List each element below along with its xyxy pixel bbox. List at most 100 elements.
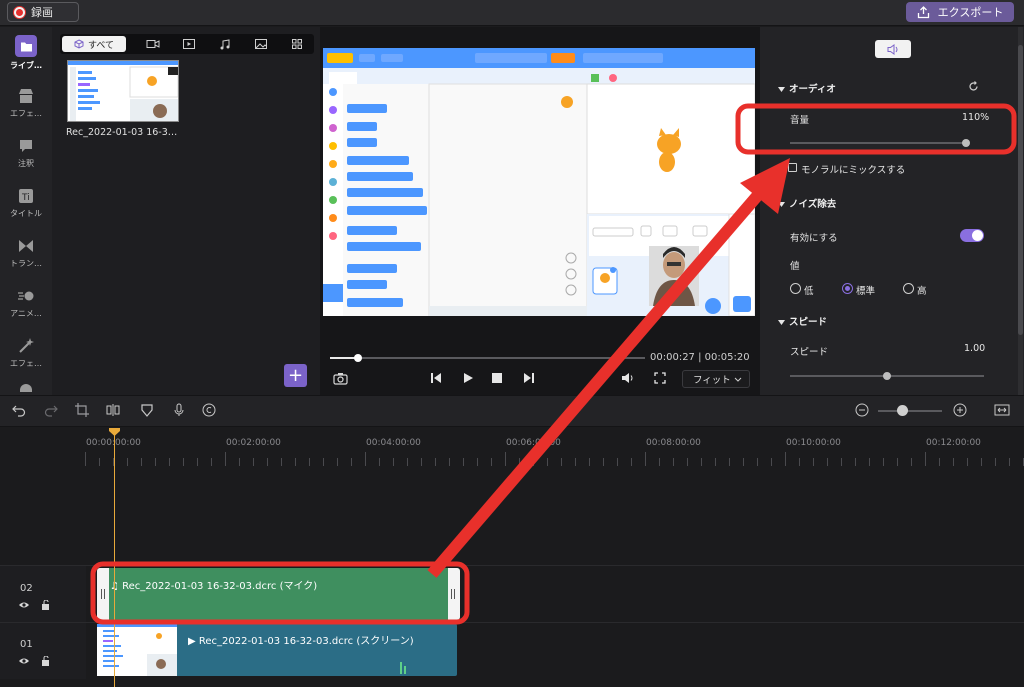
nav-annotations[interactable]: 注釈 <box>0 137 52 169</box>
crop-icon <box>75 403 89 417</box>
playhead-line[interactable] <box>114 430 115 687</box>
noise-level-low-radio[interactable] <box>790 283 801 294</box>
nav-library[interactable]: ライブ… <box>0 35 52 71</box>
preview-canvas[interactable] <box>323 48 755 316</box>
undo-button[interactable] <box>12 403 28 419</box>
next-frame-button[interactable] <box>523 372 535 387</box>
title-icon: Ti <box>19 189 33 203</box>
tab-screen[interactable] <box>178 34 200 54</box>
screen-recording-thumbnail <box>68 61 178 121</box>
play-button[interactable] <box>462 372 474 387</box>
stop-button[interactable] <box>492 373 502 386</box>
nav-label: タイトル <box>10 209 42 218</box>
collapse-audio-icon[interactable] <box>778 84 785 92</box>
noise-level-low-label: 低 <box>804 286 814 297</box>
noise-section-header: ノイズ除去 <box>789 199 837 210</box>
preview-scrubber-track[interactable] <box>330 357 645 359</box>
media-thumbnail[interactable] <box>67 60 179 122</box>
tab-all[interactable]: すべて <box>62 36 126 52</box>
audio-properties-tab[interactable] <box>875 40 911 58</box>
nav-titles[interactable]: Ti タイトル <box>0 187 52 219</box>
redo-button[interactable] <box>44 403 60 419</box>
fullscreen-button[interactable] <box>654 372 666 387</box>
zoom-in-button[interactable] <box>953 403 969 419</box>
previous-frame-button[interactable] <box>430 372 442 387</box>
zoom-out-button[interactable] <box>855 403 871 419</box>
mono-mix-checkbox[interactable] <box>788 163 797 172</box>
collapse-noise-icon[interactable] <box>778 199 785 210</box>
nav-label: エフェ… <box>10 359 42 368</box>
volume-slider[interactable] <box>790 142 966 144</box>
nav-effects-store[interactable]: エフェ… <box>0 87 52 119</box>
zoom-fit-select[interactable]: フィット <box>682 370 750 388</box>
volume-button[interactable] <box>621 372 635 387</box>
tab-image[interactable] <box>250 34 272 54</box>
reset-audio-button[interactable] <box>968 81 979 95</box>
transition-icon <box>19 240 33 252</box>
tab-video[interactable] <box>142 34 164 54</box>
nav-transitions[interactable]: トラン… <box>0 237 52 269</box>
reset-icon <box>969 81 978 91</box>
zoom-in-icon <box>953 403 967 417</box>
fit-timeline-button[interactable] <box>994 403 1010 419</box>
noise-level-standard-radio[interactable] <box>842 283 853 294</box>
preview-timecode: 00:00:27 | 00:05:20 <box>650 352 750 363</box>
title-bar <box>0 0 1024 26</box>
playhead-handle[interactable] <box>109 428 120 436</box>
tab-audio[interactable] <box>214 34 236 54</box>
collapse-speed-icon[interactable] <box>778 317 785 328</box>
scratch-editor-frame <box>323 48 755 316</box>
camera-icon <box>333 373 348 385</box>
fit-label: フィット <box>693 375 731 386</box>
track-02-visibility-button[interactable] <box>18 601 30 612</box>
audio-clip-label: ♫ Rec_2022-01-03 16-32-03.dcrc (マイク) <box>110 577 317 592</box>
tab-grid[interactable] <box>286 34 308 54</box>
speed-slider-handle[interactable] <box>883 372 891 380</box>
eye-icon <box>19 602 29 608</box>
ruler-label: 00:08:00:00 <box>646 438 701 448</box>
video-clip-name: Rec_2022-01-03 16-32-03.dcrc (スクリーン) <box>198 636 414 647</box>
copyright-button[interactable] <box>202 403 218 419</box>
speed-value: 1.00 <box>964 343 986 354</box>
marker-button[interactable] <box>140 403 156 419</box>
ruler-label: 00:12:00:00 <box>926 438 981 448</box>
split-icon <box>106 404 120 416</box>
export-label: エクスポート <box>937 6 1004 19</box>
voiceover-button[interactable] <box>172 403 188 419</box>
split-button[interactable] <box>106 403 122 419</box>
zoom-out-icon <box>855 403 869 417</box>
nav-more-icon[interactable] <box>20 384 32 392</box>
ruler-label: 00:04:00:00 <box>366 438 421 448</box>
export-button[interactable]: エクスポート <box>906 2 1014 22</box>
volume-slider-handle[interactable] <box>962 139 970 147</box>
timeline-ruler[interactable] <box>85 452 1024 466</box>
ruler-label: 00:10:00:00 <box>786 438 841 448</box>
nav-animations[interactable]: アニメ… <box>0 287 52 319</box>
nav-magic-effects[interactable]: エフェ… <box>0 337 52 369</box>
record-button[interactable]: 録画 <box>7 2 79 22</box>
animation-icon <box>18 291 34 301</box>
image-icon <box>255 39 267 49</box>
stop-icon <box>492 373 502 383</box>
timeline-zoom-handle[interactable] <box>897 405 908 416</box>
record-label: 録画 <box>31 6 53 19</box>
track-01-lock-button[interactable] <box>41 655 50 669</box>
noise-level-high-radio[interactable] <box>903 283 914 294</box>
grid-icon <box>292 39 302 49</box>
timeline-zoom-slider[interactable] <box>878 410 942 412</box>
ruler-label: 00:06:00:00 <box>506 438 561 448</box>
snapshot-button[interactable] <box>333 372 348 388</box>
microphone-icon <box>174 403 184 416</box>
record-icon <box>14 6 25 18</box>
track-01-visibility-button[interactable] <box>18 657 30 668</box>
noise-level-high-label: 高 <box>917 286 927 297</box>
properties-scrollbar-thumb[interactable] <box>1018 45 1023 335</box>
play-icon <box>464 373 473 383</box>
audio-waveform-peak <box>404 666 406 674</box>
crop-button[interactable] <box>75 403 91 419</box>
audio-clip[interactable] <box>97 568 460 620</box>
speed-label: スピード <box>790 347 829 358</box>
add-media-button[interactable]: + <box>284 364 307 387</box>
track-02-lock-button[interactable] <box>41 599 50 613</box>
music-note-icon <box>220 38 230 49</box>
